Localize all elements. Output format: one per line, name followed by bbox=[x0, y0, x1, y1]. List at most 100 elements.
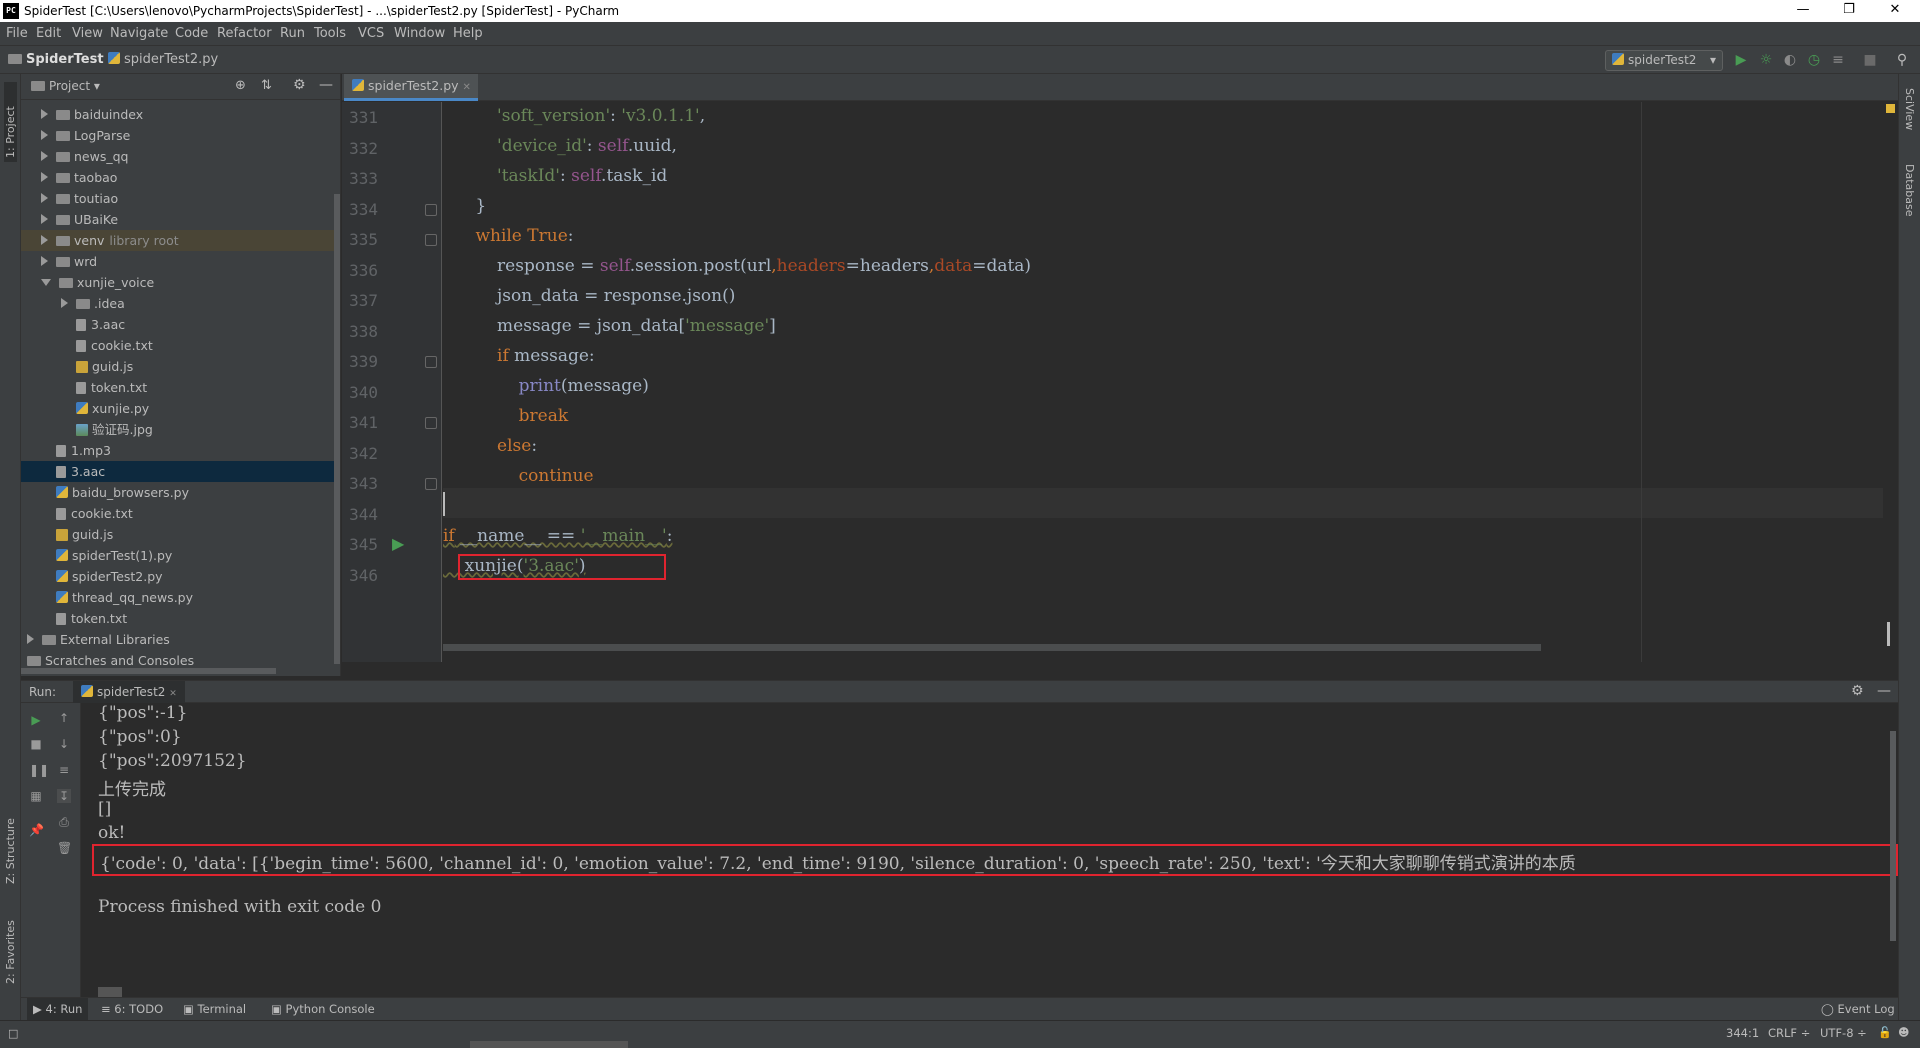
file-encoding[interactable]: UTF-8 ÷ bbox=[1820, 1026, 1867, 1040]
tree-item-idea[interactable]: .idea bbox=[21, 293, 339, 314]
tab-run-spidertest2[interactable]: spiderTest2 ✕ bbox=[73, 681, 185, 703]
chevron-right-icon[interactable] bbox=[41, 214, 48, 224]
tree-item-spidertest-1-py[interactable]: spiderTest(1).py bbox=[21, 545, 339, 566]
project-tool-tab[interactable]: 1: Project bbox=[4, 82, 17, 162]
event-log-button[interactable]: ◯ Event Log bbox=[1821, 1002, 1895, 1016]
editor-horizontal-scrollbar[interactable] bbox=[443, 644, 1541, 651]
sciview-tool-tab[interactable]: SciView bbox=[1903, 88, 1916, 130]
menu-view[interactable]: View bbox=[72, 26, 103, 41]
chevron-right-icon[interactable] bbox=[41, 109, 48, 119]
gear-icon[interactable]: ⚙ bbox=[293, 77, 306, 93]
profile-icon[interactable]: ◷ bbox=[1806, 52, 1822, 68]
scroll-to-end-icon[interactable]: ↧ bbox=[57, 789, 71, 803]
fold-marker-icon[interactable] bbox=[425, 478, 437, 490]
tree-item-3-aac[interactable]: 3.aac bbox=[21, 461, 339, 482]
menu-refactor[interactable]: Refactor bbox=[217, 26, 272, 41]
vertical-scrollbar[interactable] bbox=[334, 194, 340, 664]
structure-tool-tab[interactable]: Z: Structure bbox=[4, 804, 17, 884]
fold-marker-icon[interactable] bbox=[425, 203, 437, 216]
chevron-right-icon[interactable] bbox=[41, 256, 48, 266]
tree-item-1-mp3[interactable]: 1.mp3 bbox=[21, 440, 339, 461]
chevron-right-icon[interactable] bbox=[41, 130, 48, 140]
caret-position[interactable]: 344:1 bbox=[1726, 1026, 1759, 1040]
tree-item-xunjie-voice[interactable]: xunjie_voice bbox=[21, 272, 339, 293]
fold-marker-icon[interactable] bbox=[425, 356, 437, 368]
tree-item-baidu-browsers-py[interactable]: baidu_browsers.py bbox=[21, 482, 339, 503]
tree-item-wrd[interactable]: wrd bbox=[21, 251, 339, 272]
code-editor[interactable]: 'soft_version': 'v3.0.1.1', 'device_id':… bbox=[443, 102, 1883, 662]
tree-item-cookie-txt[interactable]: cookie.txt bbox=[21, 503, 339, 524]
chevron-right-icon[interactable] bbox=[61, 298, 68, 308]
fold-marker-icon[interactable] bbox=[425, 234, 437, 246]
tree-item-token-txt[interactable]: token.txt bbox=[21, 377, 339, 398]
chevron-right-icon[interactable] bbox=[41, 235, 48, 245]
tree-item-logparse[interactable]: LogParse bbox=[21, 125, 339, 146]
project-view-select[interactable]: Project ▾ bbox=[31, 79, 100, 93]
menu-vcs[interactable]: VCS bbox=[358, 26, 384, 41]
chevron-right-icon[interactable] bbox=[41, 193, 48, 203]
pause-icon[interactable]: ❚❚ bbox=[29, 763, 49, 777]
coverage-icon[interactable]: ◐ bbox=[1782, 52, 1798, 68]
toggle-tool-windows-icon[interactable]: □ bbox=[8, 1027, 18, 1040]
database-tool-tab[interactable]: Database bbox=[1903, 164, 1916, 217]
menu-file[interactable]: File bbox=[6, 26, 28, 41]
chevron-right-icon[interactable] bbox=[27, 634, 34, 644]
gear-icon[interactable]: ⚙ bbox=[1851, 683, 1864, 699]
target-icon[interactable]: ⊕ bbox=[235, 78, 246, 93]
down-arrow-icon[interactable]: ↓ bbox=[57, 737, 71, 751]
print-icon[interactable]: ⎙ bbox=[57, 815, 71, 829]
debug-icon[interactable]: ☼ bbox=[1758, 52, 1774, 68]
close-tab-icon[interactable]: ✕ bbox=[463, 82, 471, 93]
tree-item-ubaike[interactable]: UBaiKe bbox=[21, 209, 339, 230]
breadcrumb-project[interactable]: SpiderTest bbox=[8, 52, 104, 67]
tree-item-guid-js[interactable]: guid.js bbox=[21, 524, 339, 545]
tree-item-toutiao[interactable]: toutiao bbox=[21, 188, 339, 209]
tool-tab-run[interactable]: ▶ 4: Run bbox=[27, 998, 89, 1020]
lock-icon[interactable]: 🔓 bbox=[1878, 1026, 1892, 1039]
menu-run[interactable]: Run bbox=[280, 26, 305, 41]
run-configuration-select[interactable]: spiderTest2 ▾ bbox=[1605, 50, 1723, 71]
menu-help[interactable]: Help bbox=[453, 26, 483, 41]
menu-code[interactable]: Code bbox=[175, 26, 208, 41]
close-tab-icon[interactable]: ✕ bbox=[169, 689, 177, 699]
menu-window[interactable]: Window bbox=[394, 26, 445, 41]
run-icon[interactable]: ▶ bbox=[1733, 52, 1749, 68]
soft-wrap-icon[interactable]: ≡ bbox=[57, 763, 71, 777]
tree-item-xunjie-py[interactable]: xunjie.py bbox=[21, 398, 339, 419]
breadcrumb-file[interactable]: spiderTest2.py bbox=[108, 52, 218, 67]
tool-tab-terminal[interactable]: ▣ Terminal bbox=[183, 1002, 246, 1016]
tree-item-spidertest2-py[interactable]: spiderTest2.py bbox=[21, 566, 339, 587]
tree-item-taobao[interactable]: taobao bbox=[21, 167, 339, 188]
tab-spidertest2[interactable]: spiderTest2.py ✕ bbox=[344, 74, 478, 101]
tree-item-thread-qq-news-py[interactable]: thread_qq_news.py bbox=[21, 587, 339, 608]
hide-icon[interactable]: — bbox=[319, 77, 333, 93]
search-icon[interactable]: ⚲ bbox=[1894, 52, 1910, 68]
tree-item-3-aac[interactable]: 3.aac bbox=[21, 314, 339, 335]
tree-item-token-txt[interactable]: token.txt bbox=[21, 608, 339, 629]
close-button[interactable]: ✕ bbox=[1872, 0, 1918, 22]
tool-tab-todo[interactable]: ≡ 6: TODO bbox=[101, 1002, 163, 1016]
hide-icon[interactable]: — bbox=[1877, 683, 1891, 699]
pin-icon[interactable]: 📌 bbox=[29, 823, 44, 837]
tree-item-venv[interactable]: venv library root bbox=[21, 230, 339, 251]
fold-marker-icon[interactable] bbox=[425, 417, 437, 429]
tree-item-jpg[interactable]: 验证码.jpg bbox=[21, 419, 339, 440]
build-icon[interactable]: ≡ bbox=[1830, 52, 1846, 68]
chevron-down-icon[interactable] bbox=[41, 279, 51, 286]
menu-navigate[interactable]: Navigate bbox=[110, 26, 168, 41]
tree-item-news-qq[interactable]: news_qq bbox=[21, 146, 339, 167]
tool-tab-python-console[interactable]: ▣ Python Console bbox=[271, 1002, 375, 1016]
console-output[interactable]: {"pos":-1} {"pos":0} {"pos":2097152} 上传完… bbox=[82, 703, 1898, 997]
horizontal-scrollbar[interactable] bbox=[21, 668, 276, 674]
tree-item-baiduindex[interactable]: baiduindex bbox=[21, 104, 339, 125]
minimize-button[interactable]: — bbox=[1780, 0, 1826, 22]
inspector-icon[interactable]: ☻ bbox=[1898, 1026, 1909, 1039]
up-arrow-icon[interactable]: ↑ bbox=[57, 711, 71, 725]
chevron-right-icon[interactable] bbox=[41, 151, 48, 161]
collapse-all-icon[interactable]: ⇅ bbox=[261, 78, 272, 93]
warning-indicator-icon[interactable] bbox=[1886, 104, 1895, 113]
favorites-tool-tab[interactable]: 2: Favorites bbox=[4, 904, 17, 984]
tree-item-external-libraries[interactable]: External Libraries bbox=[21, 629, 339, 650]
run-gutter-icon[interactable]: ▶ bbox=[392, 534, 404, 553]
tree-item-guid-js[interactable]: guid.js bbox=[21, 356, 339, 377]
